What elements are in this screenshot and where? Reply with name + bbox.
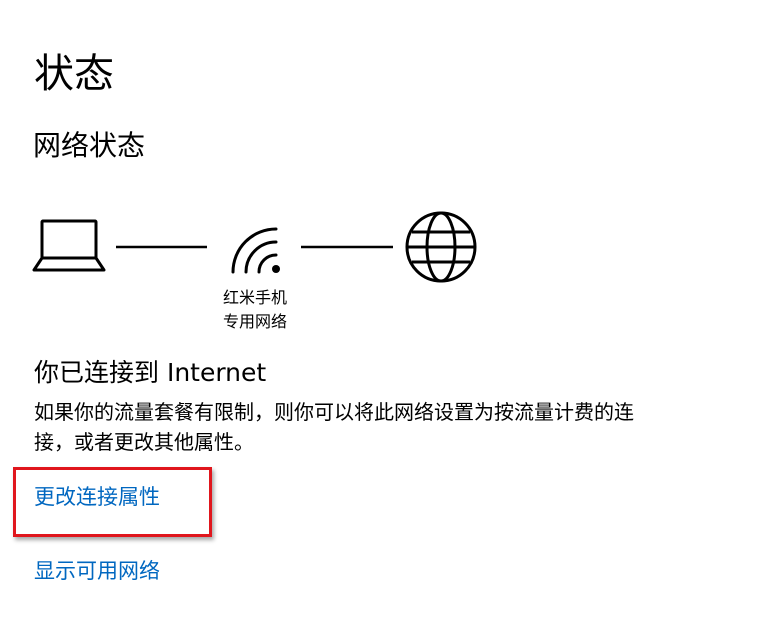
page-title: 状态 — [34, 51, 114, 97]
change-connection-properties-link[interactable]: 更改连接属性 — [34, 482, 160, 512]
connection-description: 如果你的流量套餐有限制，则你可以将此网络设置为按流量计费的连接，或者更改其他属性… — [34, 400, 634, 454]
network-name-label: 红米手机 专用网络 — [200, 286, 310, 334]
network-name: 红米手机 — [222, 288, 287, 307]
laptop-icon — [32, 219, 106, 272]
network-status-heading: 网络状态 — [33, 129, 146, 162]
network-type: 专用网络 — [222, 312, 287, 331]
connection-status: 你已连接到 Internet — [34, 358, 267, 387]
wifi-icon — [231, 227, 280, 274]
show-available-networks-link[interactable]: 显示可用网络 — [34, 556, 160, 586]
globe-icon — [405, 211, 477, 283]
